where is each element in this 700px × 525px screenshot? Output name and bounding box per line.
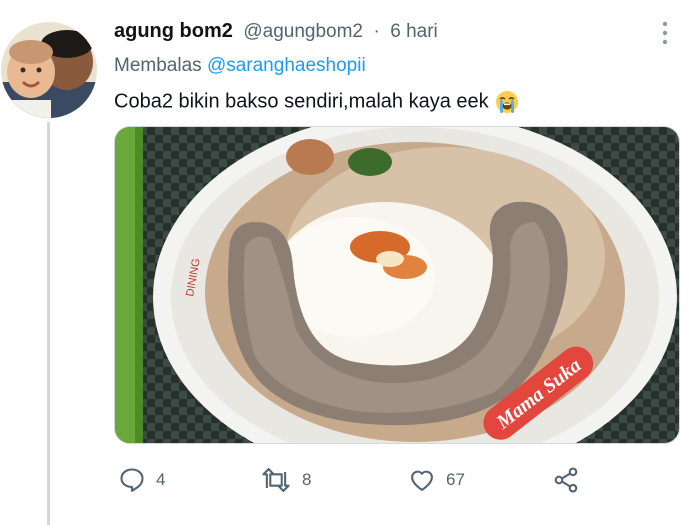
bakso-bowl-photo: Mama Suka DINING	[115, 127, 679, 443]
tweet-actions: 4 8 67	[114, 462, 594, 498]
more-vertical-icon	[662, 21, 668, 45]
retweet-button[interactable]: 8	[260, 462, 311, 498]
avatar[interactable]	[1, 22, 97, 118]
thread-line	[47, 122, 50, 525]
tweet-header: agung bom2 @agungbom2 · 6 hari	[114, 20, 438, 48]
reply-icon	[120, 468, 144, 492]
replying-to-label: Membalas	[114, 55, 202, 76]
reply-count: 4	[156, 470, 166, 489]
tweet-media[interactable]: Mama Suka DINING	[114, 126, 680, 444]
replying-to: Membalas @saranghaeshopii	[114, 55, 366, 77]
more-options-button[interactable]	[650, 18, 680, 48]
user-handle[interactable]: @agungbom2	[243, 21, 363, 42]
retweet-count: 8	[302, 470, 312, 489]
loudly-crying-face-icon	[495, 90, 519, 114]
avatar-photo	[1, 22, 97, 118]
retweet-icon	[262, 468, 290, 492]
tweet-text-content: Coba2 bikin bakso sendiri,malah kaya eek	[114, 90, 489, 113]
share-icon	[554, 467, 578, 493]
share-button[interactable]	[552, 462, 580, 498]
reply-button[interactable]: 4	[118, 462, 165, 498]
like-count: 67	[446, 470, 465, 489]
separator-dot: ·	[373, 21, 380, 42]
tweet-text: Coba2 bikin bakso sendiri,malah kaya eek	[114, 90, 519, 114]
display-name[interactable]: agung bom2	[114, 20, 233, 42]
heart-icon	[411, 470, 433, 491]
timestamp[interactable]: 6 hari	[390, 21, 438, 42]
tweet[interactable]: agung bom2 @agungbom2 · 6 hari Membalas …	[0, 0, 700, 525]
like-button[interactable]: 67	[408, 462, 465, 498]
reply-mention-link[interactable]: @saranghaeshopii	[207, 55, 366, 76]
